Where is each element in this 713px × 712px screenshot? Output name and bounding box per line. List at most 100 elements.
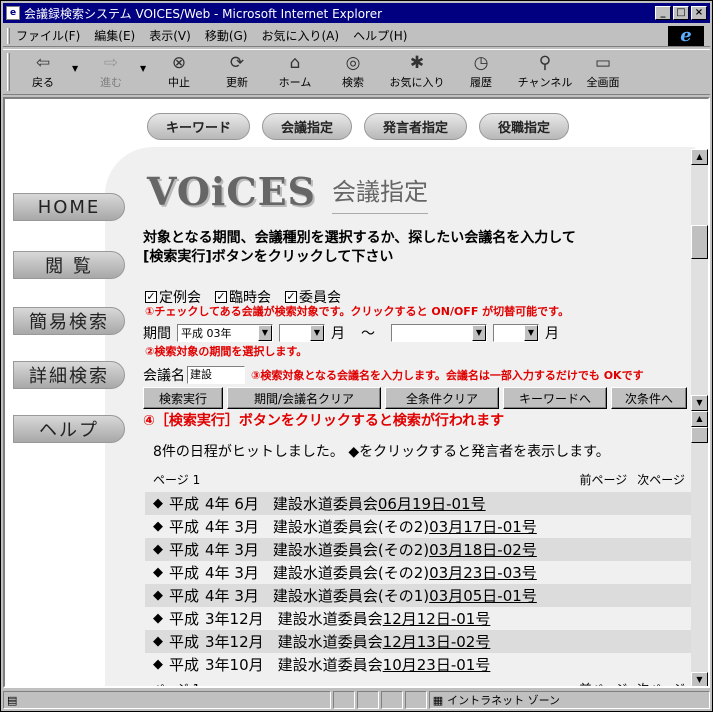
result-date-link[interactable]: 12月12日-01号 bbox=[383, 608, 491, 629]
fullscreen-icon: ▭ bbox=[594, 53, 612, 73]
next-page-link[interactable]: 次ページ bbox=[637, 471, 685, 488]
refresh-button[interactable]: ⟳ 更新 bbox=[208, 50, 266, 94]
scroll-up-icon[interactable]: ▲ bbox=[691, 149, 708, 165]
close-button[interactable]: × bbox=[691, 6, 707, 20]
start-month-select[interactable]: ▼ bbox=[279, 324, 325, 342]
result-row: ◆ 平成 4年 3月 建設水道委員会(その2) 03月17日-01号 bbox=[145, 515, 693, 538]
menu-favorites[interactable]: お気に入り(A) bbox=[261, 27, 339, 44]
ie-throbber-logo: e bbox=[668, 25, 704, 46]
history-button[interactable]: ◷ 履歴 bbox=[452, 50, 510, 94]
menu-grip[interactable] bbox=[7, 27, 10, 44]
result-date-link[interactable]: 03月23日-03号 bbox=[429, 562, 537, 583]
show-speakers-diamond-icon[interactable]: ◆ bbox=[153, 496, 163, 511]
extra-checkbox-box[interactable]: ✓ bbox=[215, 291, 227, 303]
menu-help[interactable]: ヘルプ(H) bbox=[353, 27, 407, 44]
end-year-select[interactable]: ▼ bbox=[391, 324, 487, 342]
prev-page-link[interactable]: 前ページ bbox=[579, 471, 627, 488]
minimize-button[interactable]: _ bbox=[655, 6, 671, 20]
result-row: ◆ 平成 3年12月 建設水道委員会 12月13日-02号 bbox=[145, 630, 693, 653]
result-date-link[interactable]: 12月13日-02号 bbox=[383, 631, 491, 652]
side-home-button[interactable]: HOME bbox=[13, 193, 125, 221]
show-speakers-diamond-icon[interactable]: ◆ bbox=[153, 519, 163, 534]
scroll-down-icon[interactable]: ▼ bbox=[691, 395, 708, 411]
page-title: 会議指定 bbox=[332, 172, 429, 214]
result-era: 平成 bbox=[169, 656, 200, 674]
clear-all-button[interactable]: 全条件クリア bbox=[385, 387, 499, 409]
show-speakers-diamond-icon[interactable]: ◆ bbox=[153, 565, 163, 580]
end-month-select[interactable]: ▼ bbox=[493, 324, 539, 342]
scroll-thumb[interactable] bbox=[691, 225, 708, 259]
lower-frame-scrollbar[interactable]: ▲ ▼ bbox=[691, 411, 708, 686]
result-year-month: 3年12月 bbox=[205, 633, 264, 651]
stop-button[interactable]: ⊗ 中止 bbox=[150, 50, 208, 94]
instruction-line-2: [検索実行]ボタンをクリックして下さい bbox=[143, 249, 394, 265]
result-date-link[interactable]: 06月19日-01号 bbox=[378, 493, 486, 514]
fullscreen-button[interactable]: ▭ 全画面 bbox=[580, 50, 626, 94]
result-date-link[interactable]: 03月05日-01号 bbox=[429, 585, 537, 606]
nav-meeting-button[interactable]: 会議指定 bbox=[262, 113, 353, 140]
home-button[interactable]: ⌂ ホーム bbox=[266, 50, 324, 94]
forward-button[interactable]: ⇨ 進む bbox=[82, 50, 140, 94]
chevron-down-icon[interactable]: ▼ bbox=[472, 325, 486, 341]
clear-period-name-button[interactable]: 期間/会議名クリア bbox=[227, 387, 381, 409]
toolbar-grip[interactable] bbox=[7, 53, 10, 91]
next-page-link-bottom[interactable]: 次ページ bbox=[637, 680, 685, 686]
page-viewport: キーワード 会議指定 発言者指定 役職指定 HOME 閲 覧 簡易検索 詳細検索… bbox=[3, 97, 710, 688]
side-browse-button[interactable]: 閲 覧 bbox=[13, 251, 125, 279]
show-speakers-diamond-icon[interactable]: ◆ bbox=[153, 657, 163, 672]
search-execute-button[interactable]: 検索実行 bbox=[143, 387, 223, 409]
result-date-link[interactable]: 10月23日-01号 bbox=[383, 654, 491, 675]
prev-page-link-bottom[interactable]: 前ページ bbox=[579, 680, 627, 686]
result-date-link[interactable]: 03月18日-02号 bbox=[429, 539, 537, 560]
side-detail-search-button[interactable]: 詳細検索 bbox=[13, 361, 125, 389]
menu-edit[interactable]: 編集(E) bbox=[94, 27, 135, 44]
chevron-down-icon[interactable]: ▼ bbox=[258, 325, 272, 341]
status-page-icon: ▤ bbox=[3, 691, 332, 709]
next-condition-button[interactable]: 次条件へ bbox=[611, 387, 687, 409]
result-row: ◆ 平成 4年 6月 建設水道委員会 06月19日-01号 bbox=[145, 492, 693, 515]
show-speakers-diamond-icon[interactable]: ◆ bbox=[153, 634, 163, 649]
chevron-down-icon[interactable]: ▼ bbox=[524, 325, 538, 341]
start-month-unit: 月 bbox=[331, 326, 345, 342]
period-tilde: ～ bbox=[361, 326, 375, 342]
nav-keyword-button[interactable]: キーワード bbox=[147, 113, 251, 140]
meeting-name-label: 会議名 bbox=[143, 368, 185, 384]
to-keyword-button[interactable]: キーワードへ bbox=[503, 387, 607, 409]
side-help-button[interactable]: ヘルプ bbox=[13, 415, 125, 443]
meeting-name-input[interactable]: 建設 bbox=[187, 366, 245, 384]
show-speakers-diamond-icon[interactable]: ◆ bbox=[153, 611, 163, 626]
scroll-up-icon[interactable]: ▲ bbox=[691, 411, 708, 427]
nav-speaker-button[interactable]: 発言者指定 bbox=[364, 113, 468, 140]
menu-bar: ファイル(F) 編集(E) 表示(V) 移動(G) お気に入り(A) ヘルプ(H… bbox=[3, 25, 710, 47]
back-button[interactable]: ⇦ 戻る bbox=[14, 50, 72, 94]
scroll-thumb[interactable] bbox=[691, 427, 708, 443]
zone-label: イントラネット ゾーン bbox=[447, 694, 561, 707]
channels-button[interactable]: ⚲ チャンネル bbox=[510, 50, 580, 94]
result-row: ◆ 平成 4年 3月 建設水道委員会(その2) 03月18日-02号 bbox=[145, 538, 693, 561]
result-date-link[interactable]: 03月17日-01号 bbox=[429, 516, 537, 537]
regular-checkbox-box[interactable]: ✓ bbox=[145, 291, 157, 303]
search-button[interactable]: ◎ 検索 bbox=[324, 50, 382, 94]
menu-go[interactable]: 移動(G) bbox=[205, 27, 248, 44]
result-era: 平成 bbox=[169, 518, 200, 536]
side-simple-search-button[interactable]: 簡易検索 bbox=[13, 307, 125, 335]
favorites-button[interactable]: ✱ お気に入り bbox=[382, 50, 452, 94]
period-label: 期間 bbox=[143, 326, 171, 342]
committee-checkbox-box[interactable]: ✓ bbox=[285, 291, 297, 303]
results-summary: 8件の日程がヒットしました。 ◆をクリックすると発言者を表示します。 bbox=[153, 444, 610, 460]
back-label: 戻る bbox=[32, 76, 54, 89]
show-speakers-diamond-icon[interactable]: ◆ bbox=[153, 588, 163, 603]
upper-frame-scrollbar[interactable]: ▲ ▼ bbox=[691, 149, 708, 411]
start-year-select[interactable]: 平成 03年 ▼ bbox=[177, 324, 273, 342]
menu-view[interactable]: 表示(V) bbox=[149, 27, 191, 44]
intranet-zone-icon: ▦ bbox=[432, 693, 444, 707]
back-dropdown-icon[interactable]: ▼ bbox=[72, 50, 82, 73]
forward-dropdown-icon[interactable]: ▼ bbox=[140, 50, 150, 73]
maximize-button[interactable]: □ bbox=[673, 6, 689, 20]
chevron-down-icon[interactable]: ▼ bbox=[310, 325, 324, 341]
scroll-down-icon[interactable]: ▼ bbox=[691, 672, 708, 686]
menu-file[interactable]: ファイル(F) bbox=[16, 27, 80, 44]
result-row: ◆ 平成 3年10月 建設水道委員会 10月23日-01号 bbox=[145, 653, 693, 676]
show-speakers-diamond-icon[interactable]: ◆ bbox=[153, 542, 163, 557]
nav-role-button[interactable]: 役職指定 bbox=[479, 113, 570, 140]
